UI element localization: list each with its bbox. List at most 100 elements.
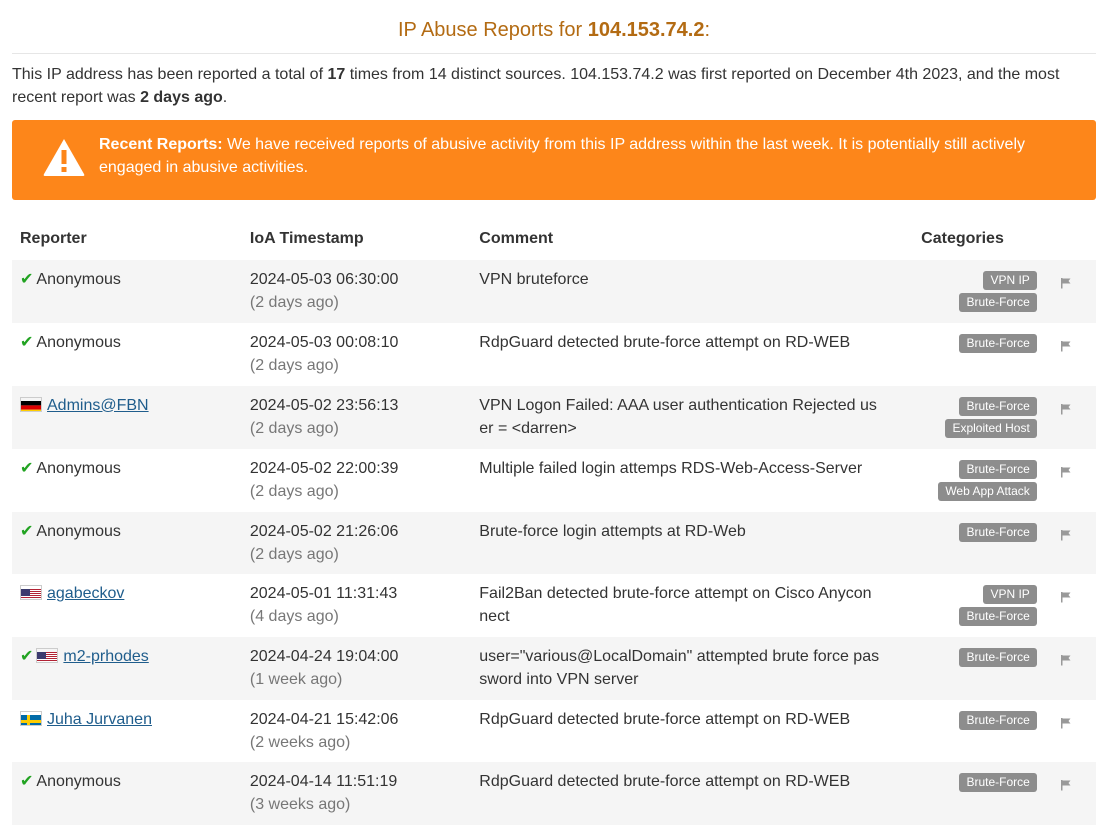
report-flag-cell — [1036, 260, 1096, 323]
flag-icon[interactable] — [1060, 525, 1072, 548]
reporter-cell: Juha Jurvanen — [12, 699, 242, 763]
table-row: Juha Jurvanen 2024-04-21 15:42:06 (2 weeks… — [12, 699, 1096, 763]
checkmark-icon: ✔ — [20, 459, 34, 477]
checkmark-icon: ✔ — [20, 522, 34, 540]
reporter-cell: ✔ m2-prhodes — [12, 637, 242, 700]
checkmark-icon: ✔ — [20, 271, 34, 288]
table-row: ✔ Anonymous 2024-05-02 21:26:06 (2 days ago… — [12, 511, 1096, 575]
timestamp: 2024-05-03 00:08:10 — [249, 334, 399, 351]
category-badge[interactable]: Brute-Force — [959, 773, 1037, 793]
timestamp-cell: 2024-05-01 11:31:43 (4 days ago) — [241, 574, 472, 638]
last-report: 2 days ago — [140, 89, 223, 106]
flag-icon[interactable] — [1060, 273, 1072, 296]
reporter-cell: ✔ Anonymous — [12, 762, 242, 825]
checkmark-icon: ✔ — [20, 334, 34, 351]
relative-time: (2 days ago) — [249, 545, 339, 563]
category-badge[interactable]: Brute-Force — [959, 293, 1037, 312]
alert-label: Recent Reports: — [99, 136, 223, 153]
timestamp-cell: 2024-05-03 00:08:10 (2 days ago) — [241, 323, 472, 386]
timestamp: 2024-05-01 11:31:43 — [249, 585, 398, 603]
category-badge[interactable]: Brute-Force — [959, 396, 1037, 416]
checkmark-icon: ✔ — [20, 773, 34, 791]
timestamp: 2024-05-02 21:26:06 — [249, 522, 399, 540]
flag-icon[interactable] — [1060, 775, 1072, 798]
header-comment: Comment — [479, 229, 554, 247]
timestamp-cell: 2024-04-24 19:04:00 (1 week ago) — [241, 637, 472, 700]
table-row: agabeckov 2024-05-01 11:31:43 (4 days ago)… — [12, 574, 1096, 638]
flag-icon[interactable] — [1060, 713, 1072, 736]
reporter-cell: ✔ Anonymous — [12, 260, 242, 323]
reporter-link[interactable]: Juha Jurvanen — [47, 711, 152, 728]
category-badge[interactable]: Brute-Force — [959, 334, 1037, 353]
flag-icon[interactable] — [1060, 587, 1072, 610]
reporter-name: Anonymous — [36, 271, 121, 288]
categories-cell: Brute-Force — [888, 699, 1037, 763]
timestamp-cell: 2024-05-02 21:26:06 (2 days ago) — [241, 511, 472, 575]
relative-time: (2 days ago) — [249, 294, 339, 311]
category-badge[interactable]: Web App Attack — [938, 481, 1037, 501]
timestamp: 2024-04-14 11:51:19 — [249, 773, 398, 791]
report-flag-cell — [1036, 511, 1096, 575]
category-badge[interactable]: VPN IP — [983, 271, 1037, 290]
relative-time: (2 days ago) — [249, 419, 339, 437]
report-flag-cell — [1036, 637, 1096, 700]
country-flag-us-icon — [36, 648, 59, 664]
reports-table: Reporter IoA Timestamp Comment Categorie… — [12, 217, 1096, 825]
intro-paragraph: This IP address has been reported a tota… — [12, 63, 1096, 109]
comment-cell: VPN Logon Failed: AAA user authenticatio… — [471, 385, 889, 449]
timestamp: 2024-04-24 19:04:00 — [249, 648, 399, 666]
header-categories: Categories — [921, 229, 1004, 247]
flag-icon[interactable] — [1060, 399, 1072, 422]
recent-reports-alert: Recent Reports: We have received reports… — [12, 120, 1096, 200]
categories-cell: Brute-Force — [888, 637, 1037, 700]
category-badge[interactable]: Brute-Force — [959, 648, 1037, 668]
timestamp: 2024-04-21 15:42:06 — [249, 710, 399, 728]
alert-text: Recent Reports: We have received reports… — [99, 133, 1059, 179]
comment-cell: Multiple failed login attemps RDS-Web-Ac… — [471, 448, 889, 512]
comment-cell: RdpGuard detected brute-force attempt on… — [471, 699, 889, 763]
category-badge[interactable]: Brute-Force — [959, 522, 1037, 542]
reporter-link[interactable]: m2-prhodes — [63, 648, 148, 665]
comment-cell: RdpGuard detected brute-force attempt on… — [471, 323, 889, 386]
categories-cell: VPN IP Brute-Force — [888, 574, 1037, 638]
reporter-name: Anonymous — [36, 522, 121, 540]
reporter-cell: ✔ Anonymous — [12, 448, 242, 512]
category-badge[interactable]: VPN IP — [983, 585, 1037, 605]
title-prefix: IP Abuse Reports for — [397, 19, 588, 41]
reporter-link[interactable]: Admins@FBN — [47, 397, 149, 414]
comment-cell: Brute-force login attempts at RD-Web — [471, 511, 889, 575]
report-flag-cell — [1036, 574, 1096, 638]
country-flag-us-icon — [20, 585, 42, 601]
relative-time: (2 weeks ago) — [249, 733, 351, 751]
reporter-name: Anonymous — [36, 459, 121, 477]
table-row: ✔ Anonymous 2024-05-02 22:00:39 (2 days ago… — [12, 448, 1096, 512]
relative-time: (2 days ago) — [249, 357, 339, 374]
timestamp: 2024-05-02 22:00:39 — [249, 459, 399, 477]
category-badge[interactable]: Brute-Force — [959, 607, 1037, 627]
category-badge[interactable]: Exploited Host — [945, 418, 1037, 438]
flag-icon[interactable] — [1060, 650, 1072, 673]
table-row: ✔ m2-prhodes 2024-04-24 19:04:00 (1 week ag… — [12, 637, 1096, 700]
category-badge[interactable]: Brute-Force — [959, 710, 1037, 730]
page-title: IP Abuse Reports for 104.153.74.2: — [12, 19, 1096, 42]
reporter-cell: Admins@FBN — [12, 385, 242, 449]
divider — [12, 53, 1096, 54]
timestamp-cell: 2024-04-21 15:42:06 (2 weeks ago) — [241, 699, 472, 763]
alert-message: We have received reports of abusive acti… — [99, 136, 1025, 176]
reporter-cell: ✔ Anonymous — [12, 511, 242, 575]
intro-text-3: . — [222, 89, 228, 106]
comment-cell: user="various@LocalDomain" attempted bru… — [471, 637, 889, 700]
table-row: Admins@FBN 2024-05-02 23:56:13 (2 days ago… — [12, 385, 1096, 449]
flag-icon[interactable] — [1060, 336, 1072, 359]
comment-cell: RdpGuard detected brute-force attempt on… — [471, 762, 889, 825]
category-badge[interactable]: Brute-Force — [959, 459, 1037, 479]
timestamp-cell: 2024-05-02 22:00:39 (2 days ago) — [241, 448, 472, 512]
categories-cell: Brute-Force Web App Attack — [888, 448, 1037, 512]
title-suffix: : — [704, 19, 711, 41]
reporter-cell: agabeckov — [12, 574, 242, 638]
reporter-link[interactable]: agabeckov — [47, 585, 124, 602]
title-ip: 104.153.74.2 — [587, 19, 705, 41]
timestamp-cell: 2024-05-03 06:30:00 (2 days ago) — [241, 260, 472, 323]
flag-icon[interactable] — [1060, 462, 1072, 485]
timestamp-cell: 2024-05-02 23:56:13 (2 days ago) — [241, 385, 472, 449]
